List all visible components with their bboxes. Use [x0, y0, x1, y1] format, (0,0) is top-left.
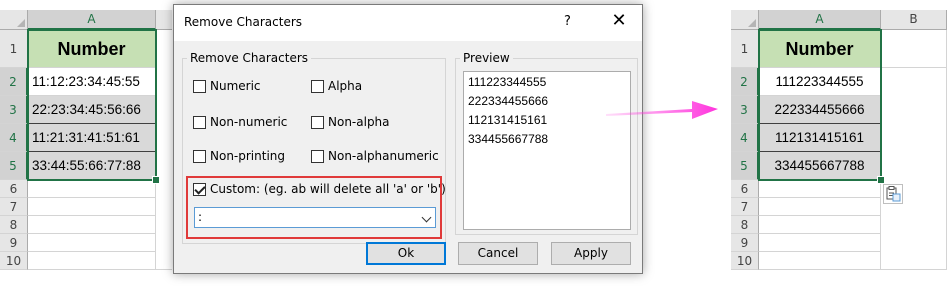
data-cell[interactable]: 111223344555 — [759, 68, 881, 96]
empty-cell[interactable] — [759, 252, 881, 270]
data-cell[interactable]: 112131415161 — [759, 124, 881, 152]
empty-cell[interactable] — [759, 216, 881, 234]
row-header[interactable]: 4 — [731, 124, 759, 152]
fill-handle[interactable] — [877, 176, 885, 184]
column-header-a[interactable]: A — [759, 10, 881, 30]
row-header[interactable]: 8 — [731, 216, 759, 234]
row-header[interactable]: 6 — [731, 180, 759, 198]
data-cell[interactable]: 222334455666 — [759, 96, 881, 124]
empty-cell[interactable] — [881, 30, 947, 68]
select-all-corner[interactable] — [731, 10, 759, 30]
row-header[interactable]: 7 — [731, 198, 759, 216]
row-header[interactable]: 2 — [731, 68, 759, 96]
row-header[interactable]: 1 — [731, 30, 759, 68]
row-header[interactable]: 9 — [731, 234, 759, 252]
paste-options-icon[interactable] — [883, 184, 903, 204]
data-cell[interactable]: 334455667788 — [759, 152, 881, 180]
empty-cell[interactable] — [881, 68, 947, 270]
right-spreadsheet: A B 1 2 3 4 5 6 7 8 9 10 Number 11122334… — [731, 10, 947, 280]
empty-cell[interactable] — [759, 234, 881, 252]
row-header[interactable]: 5 — [731, 152, 759, 180]
row-header[interactable]: 10 — [731, 252, 759, 270]
header-cell-number[interactable]: Number — [759, 30, 881, 68]
empty-cell[interactable] — [759, 180, 881, 198]
empty-cell[interactable] — [759, 198, 881, 216]
row-header[interactable]: 3 — [731, 96, 759, 124]
column-header-b[interactable]: B — [881, 10, 947, 30]
